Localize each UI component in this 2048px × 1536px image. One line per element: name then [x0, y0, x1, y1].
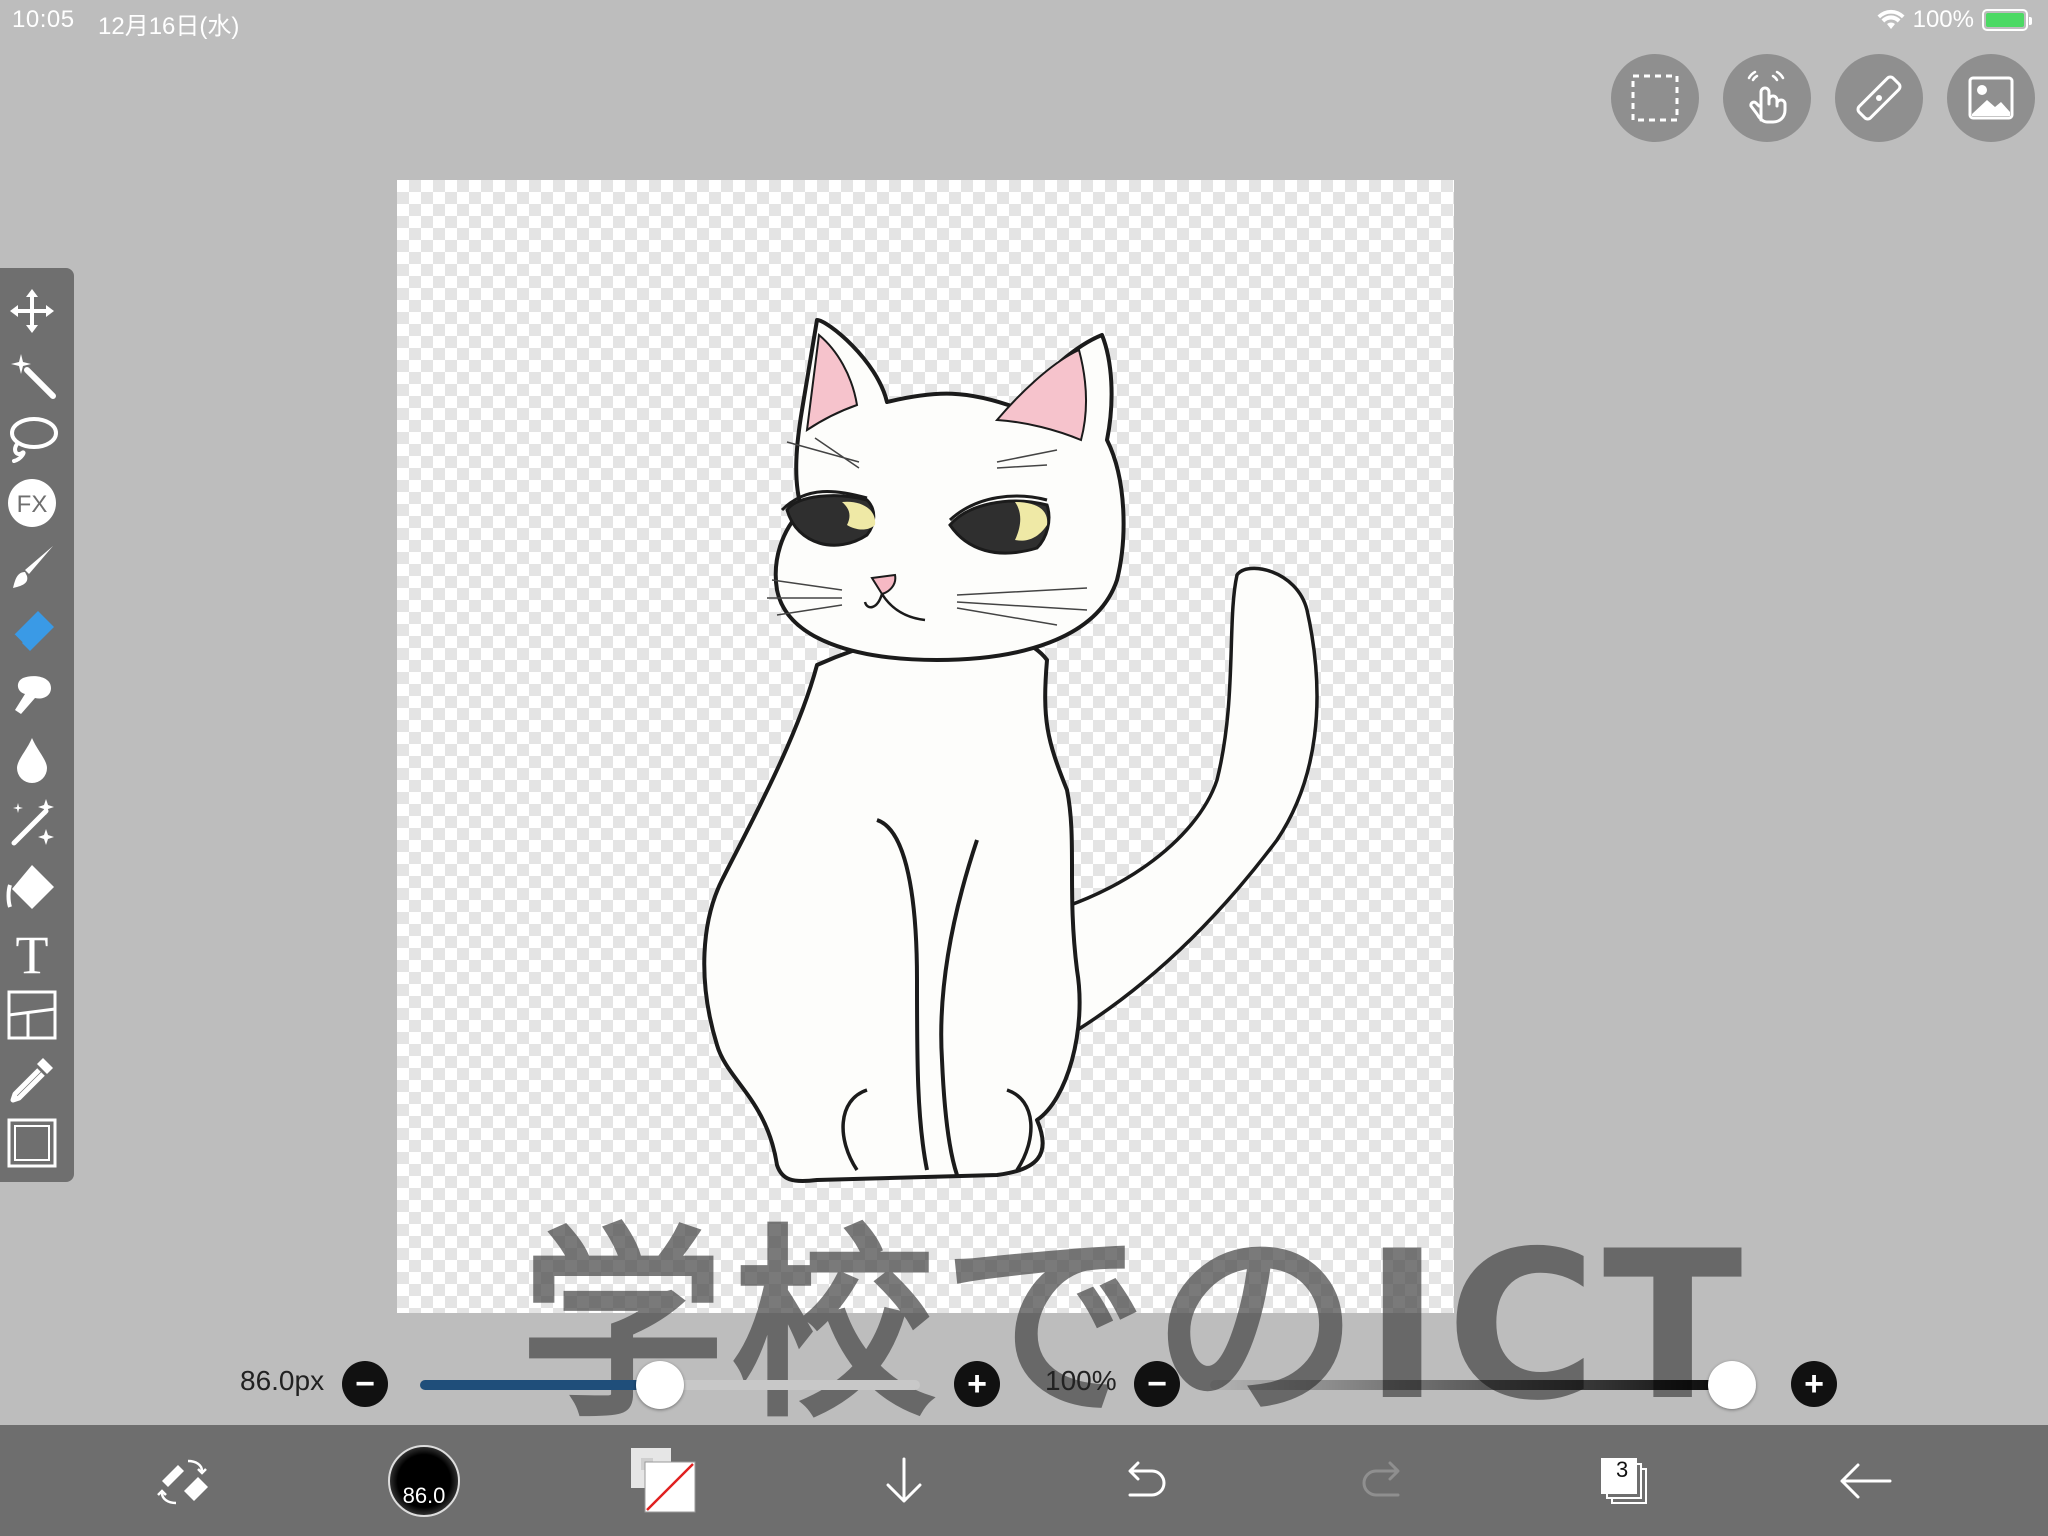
ruler-icon	[1856, 75, 1902, 121]
frame-tool[interactable]	[5, 988, 59, 1042]
selection-icon	[1631, 74, 1679, 122]
brush-tool[interactable]	[5, 540, 59, 594]
opacity-slider-track[interactable]	[1210, 1380, 1756, 1390]
lasso-tool[interactable]	[5, 412, 59, 466]
eyedropper-icon	[10, 1058, 53, 1103]
layers-button[interactable]: 3	[1582, 1439, 1666, 1523]
brush-size-icon: 86.0	[388, 1445, 460, 1517]
brush-size-label: 86.0px	[240, 1365, 325, 1396]
status-date: 12月16日(水)	[98, 13, 240, 40]
size-slider-knob[interactable]	[636, 1361, 684, 1409]
fill-tool[interactable]	[5, 860, 59, 914]
back-button[interactable]	[1822, 1439, 1906, 1523]
move-tool[interactable]	[5, 284, 59, 338]
minus-icon: −	[1147, 1365, 1167, 1403]
touch-gesture-icon	[1747, 70, 1787, 124]
filter-tool[interactable]: FX	[5, 476, 59, 530]
color-swatch-icon	[631, 1448, 696, 1513]
canvas-icon	[7, 1118, 57, 1168]
text-tool[interactable]: T	[5, 924, 59, 978]
gesture-button[interactable]	[1723, 54, 1811, 142]
svg-text:FX: FX	[17, 491, 48, 518]
move-icon	[10, 289, 54, 333]
battery-charging-icon	[1982, 9, 2032, 31]
minus-icon: −	[355, 1365, 375, 1403]
undo-icon	[1128, 1461, 1166, 1497]
smudge-icon	[15, 676, 51, 714]
brush-size-button[interactable]: 86.0	[382, 1439, 466, 1523]
layer-count: 3	[1616, 1457, 1629, 1482]
blur-tool[interactable]	[5, 732, 59, 786]
magic-wand-icon	[11, 354, 56, 399]
selection-button[interactable]	[1611, 54, 1699, 142]
undo-button[interactable]	[1102, 1439, 1186, 1523]
back-icon	[1840, 1463, 1892, 1499]
redo-icon	[1362, 1461, 1400, 1497]
brush-icon	[13, 546, 53, 588]
plus-icon: +	[1804, 1365, 1824, 1403]
text-icon: T	[16, 925, 49, 977]
brush-sliders: 86.0px − + 100% − +	[0, 1345, 2048, 1415]
battery-percent: 100%	[1912, 6, 1974, 33]
ruler-button[interactable]	[1835, 54, 1923, 142]
color-button[interactable]	[622, 1439, 706, 1523]
svg-text:T: T	[16, 925, 49, 977]
image-reference-icon	[1968, 76, 2014, 120]
swap-tool-icon	[157, 1459, 208, 1505]
brush-size-value: 86.0	[402, 1483, 446, 1508]
opacity-label: 100%	[1045, 1365, 1117, 1396]
sparkle-icon	[11, 799, 54, 846]
plus-icon: +	[967, 1365, 987, 1403]
magic-wand-tool[interactable]	[5, 348, 59, 402]
wifi-icon	[1877, 9, 1905, 29]
status-time: 10:05	[12, 6, 75, 33]
size-decrease-button[interactable]: −	[342, 1361, 388, 1407]
status-bar: 10:05 12月16日(水) 100%	[0, 0, 2048, 40]
eyedropper-tool[interactable]	[5, 1052, 59, 1106]
tool-palette: FX T	[0, 268, 74, 1182]
drop-icon	[17, 738, 47, 783]
smudge-tool[interactable]	[5, 668, 59, 722]
bottom-toolbar: 86.0 3	[0, 1425, 2048, 1536]
size-slider-fill	[420, 1380, 660, 1390]
size-increase-button[interactable]: +	[954, 1361, 1000, 1407]
bucket-icon	[6, 865, 54, 909]
sparkle-tool[interactable]	[5, 796, 59, 850]
swap-tool-button[interactable]	[142, 1439, 226, 1523]
opacity-increase-button[interactable]: +	[1791, 1361, 1837, 1407]
opacity-decrease-button[interactable]: −	[1134, 1361, 1180, 1407]
status-indicators: 100%	[1877, 6, 2032, 34]
cat-illustration	[702, 318, 1319, 1184]
eraser-tool[interactable]	[5, 604, 59, 658]
frame-divider-icon	[7, 990, 57, 1040]
opacity-slider-knob[interactable]	[1708, 1361, 1756, 1409]
lasso-icon	[10, 417, 58, 463]
reference-button[interactable]	[1947, 54, 2035, 142]
drawing-canvas[interactable]	[397, 180, 1454, 1313]
download-icon	[886, 1457, 922, 1503]
fx-icon: FX	[8, 479, 56, 527]
canvas-tool[interactable]	[5, 1116, 59, 1170]
download-button[interactable]	[862, 1439, 946, 1523]
eraser-icon	[13, 611, 54, 651]
redo-button[interactable]	[1342, 1439, 1426, 1523]
